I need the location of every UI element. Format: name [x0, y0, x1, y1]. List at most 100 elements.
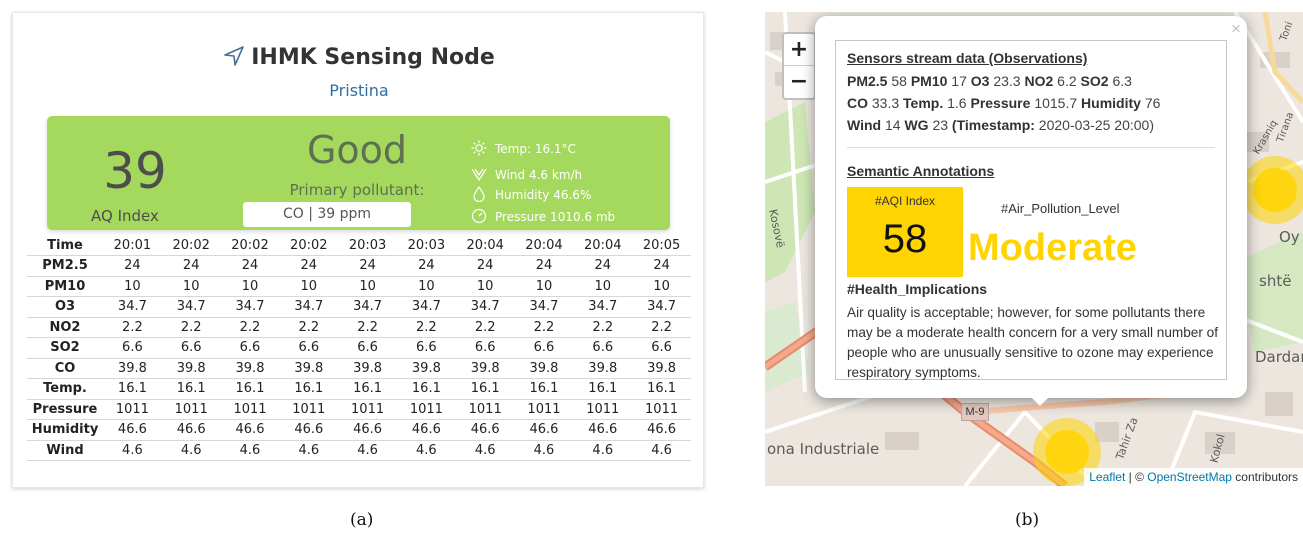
- table-cell: 16.1: [279, 378, 339, 400]
- node-title-row: IHMK Sensing Node: [13, 45, 705, 70]
- semantic-heading: Semantic Annotations: [847, 163, 995, 179]
- observation-key: Humidity: [1081, 95, 1141, 111]
- table-cell: 46.6: [161, 419, 221, 441]
- table-cell: 24: [514, 255, 574, 277]
- table-cell: 2.2: [455, 317, 515, 338]
- table-cell: 10: [632, 276, 691, 297]
- table-cell: 10: [220, 276, 280, 297]
- table-cell: 4.6: [338, 440, 397, 461]
- table-row: SO2 6.6 6.6 6.6 6.6 6.6 6.6 6.6 6.6 6.6 6.6: [27, 337, 691, 359]
- table-cell: 1011: [220, 399, 280, 420]
- table-cell: 24: [220, 255, 280, 277]
- aqi-index-value: 58: [882, 217, 928, 261]
- table-row: Humidity 46.6 46.6 46.6 46.6 46.6 46.6 46.6 46.6…: [27, 419, 691, 441]
- map-view[interactable]: ona Industriale Kosovë shtë Oy Dardan Ta…: [765, 12, 1303, 486]
- map-label-dardan: Dardan: [1255, 348, 1303, 366]
- table-cell: 4.6: [161, 440, 221, 461]
- observation-key: CO: [847, 95, 868, 111]
- popup-content: Sensors stream data (Observations) PM2.5…: [835, 40, 1227, 380]
- table-cell: 4.6: [103, 440, 162, 461]
- osm-link[interactable]: OpenStreetMap: [1147, 470, 1232, 484]
- leaflet-link[interactable]: Leaflet: [1089, 470, 1125, 484]
- aq-category: Good: [306, 128, 408, 172]
- air-pollution-level-value: Moderate: [968, 227, 1137, 269]
- observation-value: 14: [884, 117, 901, 133]
- road-shield-m9: M-9: [961, 403, 989, 421]
- table-cell: 39.8: [396, 358, 456, 379]
- table-cell: 4.6: [220, 440, 280, 461]
- table-cell: 39.8: [161, 358, 221, 379]
- table-cell: 16.1: [161, 378, 221, 400]
- wind-icon: [471, 168, 487, 182]
- observation-value: 33.3: [871, 95, 900, 111]
- row-label: Humidity: [27, 419, 103, 441]
- aq-index-value: 39: [103, 142, 167, 200]
- aqi-index-box: #AQI Index 58: [847, 187, 963, 277]
- row-label: CO: [27, 358, 103, 379]
- table-cell: 16.1: [455, 378, 515, 400]
- observation-value: 6.3: [1112, 73, 1132, 89]
- row-label: Temp.: [27, 378, 103, 400]
- table-cell: 10: [396, 276, 456, 297]
- table-cell: 2.2: [396, 317, 456, 338]
- table-row: PM2.5 24 24 24 24 24 24 24 24 24 24: [27, 255, 691, 277]
- observations-table: Time 20:01 20:02 20:02 20:02 20:03 20:03 20:04 2…: [27, 235, 691, 461]
- table-cell: 2.2: [161, 317, 221, 338]
- table-row: NO2 2.2 2.2 2.2 2.2 2.2 2.2 2.2 2.2 2.2 2.2: [27, 317, 691, 338]
- observation-value: 76: [1144, 95, 1161, 111]
- observations-table-body: PM2.5 24 24 24 24 24 24 24 24 24 24 PM10 10 10 10 10 10 1…: [27, 255, 691, 461]
- observation-key: (Timestamp:: [951, 117, 1035, 133]
- table-cell: 2.2: [220, 317, 280, 338]
- sensor-marker: [1253, 168, 1297, 212]
- observation-key: NO2: [1024, 73, 1054, 89]
- table-row: PM10 10 10 10 10 10 10 10 10 10 10: [27, 276, 691, 297]
- table-cell: 24: [573, 255, 633, 277]
- table-cell: 24: [338, 255, 397, 277]
- column-header: 20:02: [220, 235, 280, 256]
- table-cell: 34.7: [220, 296, 280, 318]
- observation-value: 17: [951, 73, 967, 89]
- observation-value: 58: [891, 73, 907, 89]
- table-cell: 39.8: [338, 358, 397, 379]
- gauge-icon: [471, 208, 487, 224]
- table-cell: 2.2: [632, 317, 691, 338]
- row-label: SO2: [27, 337, 103, 359]
- table-cell: 46.6: [632, 419, 691, 441]
- row-label: PM2.5: [27, 255, 103, 277]
- table-cell: 16.1: [396, 378, 456, 400]
- table-cell: 24: [279, 255, 339, 277]
- table-cell: 16.1: [220, 378, 280, 400]
- table-cell: 4.6: [396, 440, 456, 461]
- map-label-shte: shtë: [1259, 272, 1292, 290]
- table-cell: 6.6: [455, 337, 515, 359]
- observation-line: CO 33.3 Temp. 1.6 Pressure 1015.7 Humidi…: [847, 95, 1160, 111]
- table-cell: 6.6: [632, 337, 691, 359]
- node-title: IHMK Sensing Node: [251, 45, 495, 70]
- zoom-out-button[interactable]: −: [784, 66, 814, 98]
- weather-humidity-text: Humidity 46.6%: [495, 188, 592, 202]
- table-cell: 46.6: [220, 419, 280, 441]
- table-cell: 2.2: [279, 317, 339, 338]
- table-cell: 39.8: [573, 358, 633, 379]
- column-header: 20:02: [279, 235, 339, 256]
- column-header: 20:02: [161, 235, 221, 256]
- caption-b: (b): [1015, 510, 1040, 530]
- row-label: Wind: [27, 440, 103, 461]
- observation-value: 1015.7: [1034, 95, 1078, 111]
- row-label: Pressure: [27, 399, 103, 420]
- primary-pollutant-label: Primary pollutant:: [289, 181, 425, 199]
- table-row: Wind 4.6 4.6 4.6 4.6 4.6 4.6 4.6 4.6 4.6 4.6: [27, 440, 691, 461]
- attribution-rest: contributors: [1231, 470, 1298, 484]
- node-city: Pristina: [329, 81, 389, 100]
- popup-close-button[interactable]: ×: [1231, 19, 1241, 39]
- table-cell: 39.8: [455, 358, 515, 379]
- table-cell: 1011: [573, 399, 633, 420]
- table-cell: 4.6: [573, 440, 633, 461]
- column-header: Time: [27, 235, 103, 256]
- weather-pressure: Pressure 1010.6 mb: [471, 208, 615, 224]
- table-cell: 34.7: [161, 296, 221, 318]
- map-label-oy: Oy: [1279, 228, 1300, 246]
- table-cell: 24: [455, 255, 515, 277]
- table-row: Pressure 1011 1011 1011 1011 1011 1011 1011 1011…: [27, 399, 691, 420]
- zoom-in-button[interactable]: +: [784, 34, 814, 66]
